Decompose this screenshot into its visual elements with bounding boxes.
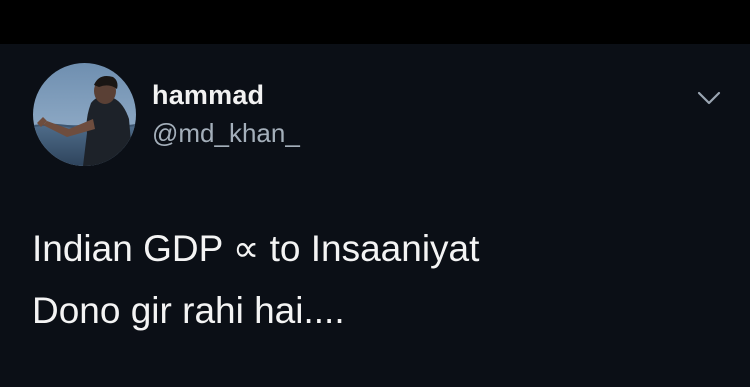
author-avatar[interactable] — [33, 63, 136, 166]
chevron-down-icon[interactable] — [695, 84, 723, 112]
tweet-card: hammad @md_khan_ Indian GDP ∝ to Insaani… — [0, 44, 750, 387]
author-handle[interactable]: @md_khan_ — [152, 118, 300, 149]
tweet-line-1: Indian GDP ∝ to Insaaniyat — [32, 228, 480, 269]
author-display-name[interactable]: hammad — [152, 80, 264, 111]
tweet-line-2: Dono gir rahi hai.... — [32, 290, 345, 331]
tweet-body: Indian GDP ∝ to Insaaniyat Dono gir rahi… — [32, 218, 479, 342]
avatar-photo — [33, 63, 136, 166]
